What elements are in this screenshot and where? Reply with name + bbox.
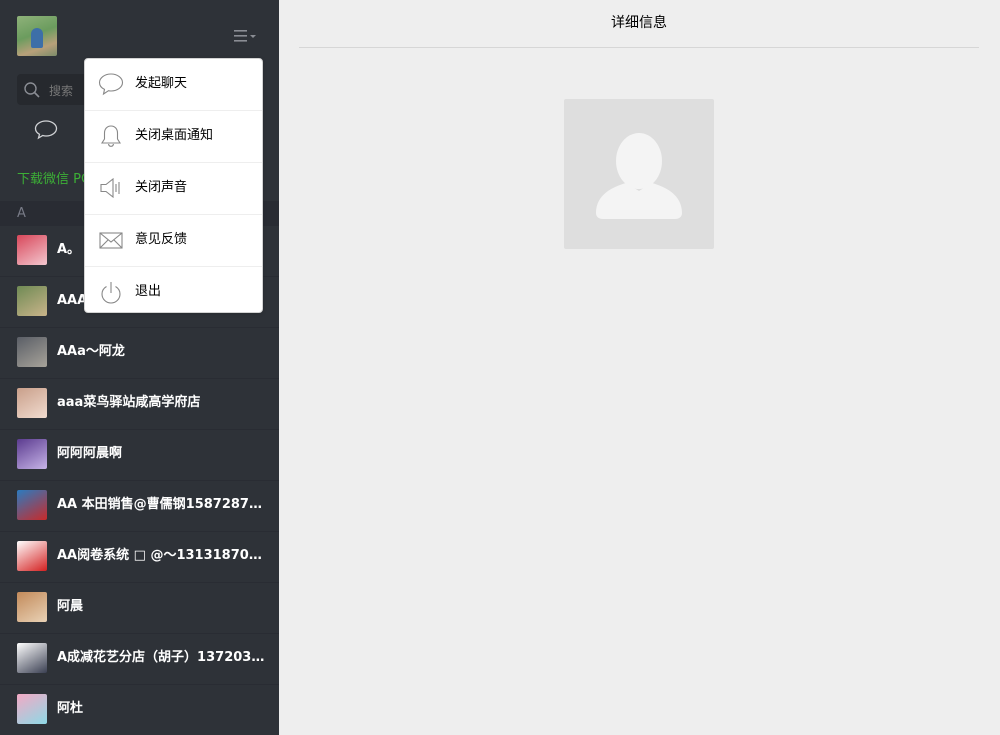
main-menu-dropdown: 发起聊天 关闭桌面通知 关闭声音 意见反馈 退出 bbox=[84, 58, 263, 313]
menu-item-mute-sound[interactable]: 关闭声音 bbox=[85, 163, 262, 215]
contact-item[interactable]: 阿晨 bbox=[0, 583, 279, 634]
contact-item[interactable]: AAa～阿龙 bbox=[0, 328, 279, 379]
contact-name: aaa菜鸟驿站咸高学府店 bbox=[57, 395, 201, 410]
power-icon bbox=[101, 282, 121, 304]
contact-name: AAa～阿龙 bbox=[57, 344, 125, 359]
contact-avatar bbox=[17, 337, 47, 367]
user-silhouette-icon bbox=[596, 133, 682, 219]
contact-item[interactable]: AA阅卷系统 □ @～13131870885 bbox=[0, 532, 279, 583]
menu-item-feedback[interactable]: 意见反馈 bbox=[85, 215, 262, 267]
contact-name: A成减花艺分店（胡子）1372033… bbox=[57, 650, 267, 665]
menu-item-label: 意见反馈 bbox=[135, 232, 188, 247]
contact-avatar bbox=[17, 643, 47, 673]
self-avatar[interactable] bbox=[17, 16, 57, 56]
menu-item-logout[interactable]: 退出 bbox=[85, 267, 262, 318]
menu-item-label: 发起聊天 bbox=[135, 76, 188, 91]
speaker-icon bbox=[100, 177, 120, 199]
contact-avatar bbox=[17, 286, 47, 316]
contact-name: AA阅卷系统 □ @～13131870885 bbox=[57, 548, 267, 563]
menu-item-start-chat[interactable]: 发起聊天 bbox=[85, 59, 262, 111]
menu-item-disable-desktop-notification[interactable]: 关闭桌面通知 bbox=[85, 111, 262, 163]
chat-bubble-icon bbox=[98, 73, 124, 96]
contact-avatar bbox=[17, 439, 47, 469]
tab-chat-icon[interactable] bbox=[33, 118, 59, 142]
contact-avatar bbox=[17, 541, 47, 571]
contact-name: 阿阿阿晨啊 bbox=[57, 446, 123, 461]
contact-avatar bbox=[17, 388, 47, 418]
contact-name: AA 本田销售@曹儒钢15872871122 bbox=[57, 497, 267, 512]
menu-icon[interactable] bbox=[232, 28, 258, 44]
page-title: 详细信息 bbox=[299, 0, 979, 48]
contact-item[interactable]: aaa菜鸟驿站咸高学府店 bbox=[0, 379, 279, 430]
contact-name: 阿杜 bbox=[57, 701, 84, 716]
contact-item[interactable]: 阿阿阿晨啊 bbox=[0, 430, 279, 481]
contact-name: 阿晨 bbox=[57, 599, 84, 614]
contact-avatar bbox=[17, 490, 47, 520]
profile-avatar-placeholder bbox=[564, 99, 714, 249]
search-icon bbox=[24, 82, 40, 98]
menu-item-label: 关闭声音 bbox=[135, 180, 188, 195]
menu-item-label: 关闭桌面通知 bbox=[135, 128, 214, 143]
contact-item[interactable]: A成减花艺分店（胡子）1372033… bbox=[0, 634, 279, 685]
bell-icon bbox=[101, 125, 121, 147]
menu-item-label: 退出 bbox=[135, 284, 162, 299]
envelope-icon bbox=[99, 232, 123, 249]
contact-avatar bbox=[17, 592, 47, 622]
contact-avatar bbox=[17, 694, 47, 724]
contact-avatar bbox=[17, 235, 47, 265]
contact-item[interactable]: 阿杜 bbox=[0, 685, 279, 735]
main-panel: 详细信息 bbox=[279, 0, 1000, 735]
contact-item[interactable]: AA 本田销售@曹儒钢15872871122 bbox=[0, 481, 279, 532]
